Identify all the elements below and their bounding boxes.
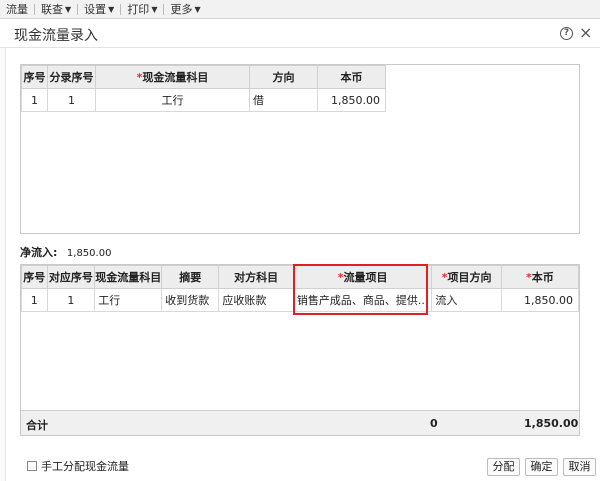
col-header-item-direction[interactable]: *项目方向 [431, 265, 502, 289]
net-inflow-value: 1,850.00 [66, 248, 112, 259]
allocate-button[interactable]: 分配 [487, 458, 520, 476]
col-header-label: 方向 [272, 71, 295, 84]
cell-cash-account[interactable]: 工行 [94, 288, 163, 312]
chevron-down-icon: ▼ [194, 4, 201, 14]
cash-account-table: 序号 分录序号 *现金流量科目 方向 本币 1 1 工行 借 1,850.00 [21, 65, 386, 112]
menu-query-label: 联查 [41, 3, 63, 16]
menu-query[interactable]: 联查 ▼ [35, 0, 77, 19]
cell-item-direction[interactable]: 流入 [431, 288, 502, 312]
manual-allocate-checkbox[interactable] [27, 461, 37, 471]
menu-flow-label: 流量 [6, 3, 28, 16]
ok-button[interactable]: 确定 [525, 458, 558, 476]
cell-match-index: 1 [46, 288, 96, 312]
total-label: 合计 [26, 419, 48, 432]
close-icon[interactable]: × [579, 23, 592, 42]
cancel-button[interactable]: 取消 [563, 458, 596, 476]
cell-counter-account[interactable]: 应收账款 [218, 288, 294, 312]
col-header-label: 对应序号 [48, 271, 93, 284]
net-inflow: 净流入: 1,850.00 [20, 244, 111, 260]
chevron-down-icon: ▼ [65, 4, 72, 14]
col-header-label: 分录序号 [49, 71, 94, 84]
col-header-entry-index[interactable]: 分录序号 [47, 65, 96, 89]
total-amount: 1,850.00 [524, 417, 579, 430]
col-header-amount[interactable]: 本币 [317, 65, 386, 89]
help-icon[interactable]: ? [560, 27, 573, 40]
col-header-label: 序号 [23, 271, 46, 284]
col-header-match-index[interactable]: 对应序号 [46, 265, 96, 289]
cell-amount[interactable]: 1,850.00 [500, 288, 580, 312]
col-header-label: 现金流量科目 [95, 271, 162, 284]
menu-more[interactable]: 更多 ▼ [164, 0, 206, 19]
total-count: 0 [430, 417, 438, 430]
cell-index: 1 [21, 288, 48, 312]
col-header-index[interactable]: 序号 [21, 265, 48, 289]
col-header-direction[interactable]: 方向 [249, 65, 318, 89]
col-header-amount[interactable]: *本币 [500, 265, 580, 289]
dialog-titlebar: 现金流量录入 ? × [0, 20, 600, 48]
table-row[interactable]: 1 1 工行 借 1,850.00 [21, 88, 386, 112]
cell-index: 1 [21, 88, 48, 112]
table-total-row: 合计 0 1,850.00 [21, 410, 579, 435]
chevron-down-icon: ▼ [108, 4, 115, 14]
cell-amount[interactable]: 1,850.00 [317, 88, 386, 112]
col-header-label: 摘要 [179, 271, 202, 284]
col-header-label: 本币 [531, 271, 554, 284]
col-header-counter-account[interactable]: 对方科目 [218, 265, 294, 289]
chevron-down-icon: ▼ [151, 4, 158, 14]
background-window-edge [0, 48, 6, 481]
cash-account-table-panel: 序号 分录序号 *现金流量科目 方向 本币 1 1 工行 借 1,850.00 [20, 64, 580, 234]
net-inflow-label: 净流入: [20, 246, 58, 259]
flow-item-highlight-box [293, 264, 428, 315]
col-header-summary[interactable]: 摘要 [161, 265, 220, 289]
menu-print[interactable]: 打印 ▼ [121, 0, 163, 19]
col-header-cash-account[interactable]: 现金流量科目 [94, 265, 163, 289]
cell-direction[interactable]: 借 [249, 88, 318, 112]
cell-summary[interactable]: 收到货款 [161, 288, 220, 312]
cell-cash-account[interactable]: 工行 [95, 88, 250, 112]
dialog-title: 现金流量录入 [14, 28, 98, 44]
menu-more-label: 更多 [170, 3, 193, 16]
cell-entry-index: 1 [47, 88, 96, 112]
table-header-row: 序号 分录序号 *现金流量科目 方向 本币 [21, 65, 386, 89]
top-menubar: 流量 联查 ▼ 设置 ▼ 打印 ▼ 更多 ▼ [0, 0, 600, 19]
menu-settings[interactable]: 设置 ▼ [78, 0, 120, 19]
col-header-label: 对方科目 [234, 271, 279, 284]
manual-allocate-label[interactable]: 手工分配现金流量 [41, 458, 129, 474]
col-header-label: 序号 [23, 71, 46, 84]
col-header-cash-account[interactable]: *现金流量科目 [95, 65, 250, 89]
menu-print-label: 打印 [127, 3, 150, 16]
menu-flow[interactable]: 流量 [0, 0, 34, 19]
col-header-index[interactable]: 序号 [21, 65, 48, 89]
col-header-label: 项目方向 [447, 271, 492, 284]
menu-settings-label: 设置 [84, 3, 107, 16]
col-header-label: 本币 [340, 71, 363, 84]
col-header-label: 现金流量科目 [142, 71, 209, 84]
